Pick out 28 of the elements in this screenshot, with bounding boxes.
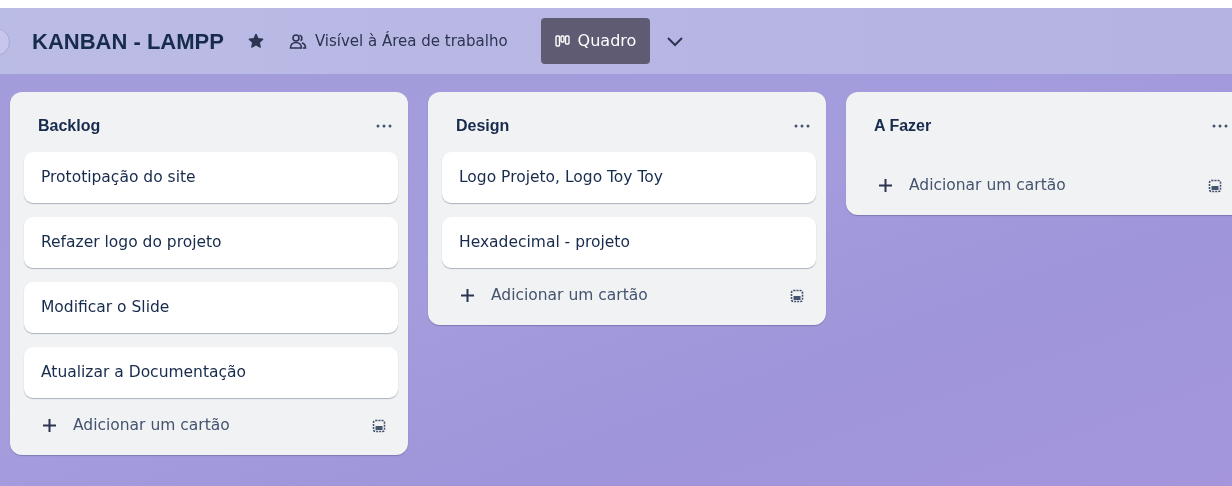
- task-card[interactable]: Prototipação do site: [24, 152, 398, 203]
- more-icon[interactable]: [1212, 124, 1228, 128]
- task-card[interactable]: Logo Projeto, Logo Toy Toy: [442, 152, 816, 203]
- more-icon[interactable]: [794, 124, 810, 128]
- board-icon: [554, 35, 570, 47]
- plus-icon: [42, 418, 57, 434]
- template-icon[interactable]: [1208, 178, 1222, 193]
- list-title[interactable]: Design: [456, 114, 510, 138]
- more-icon[interactable]: [376, 124, 392, 128]
- visibility-button[interactable]: Visível à Área de trabalho: [279, 22, 517, 60]
- plus-icon: [460, 288, 475, 304]
- star-icon[interactable]: [247, 33, 264, 49]
- add-card-button[interactable]: Adicionar um cartão: [874, 174, 1070, 198]
- people-icon: [288, 33, 307, 49]
- add-card-button[interactable]: Adicionar um cartão: [38, 414, 234, 438]
- task-card[interactable]: Hexadecimal - projeto: [442, 217, 816, 268]
- list-title[interactable]: A Fazer: [874, 114, 932, 138]
- plus-icon: [878, 178, 893, 194]
- task-card[interactable]: Atualizar a Documentação: [24, 347, 398, 398]
- add-card-button[interactable]: Adicionar um cartão: [456, 284, 652, 308]
- board-view-button[interactable]: Quadro: [540, 18, 651, 64]
- list-title[interactable]: Backlog: [38, 114, 101, 138]
- template-icon[interactable]: [372, 418, 386, 433]
- chevron-down-icon[interactable]: [666, 35, 685, 47]
- board-title[interactable]: KANBAN - LAMPP: [32, 24, 224, 58]
- task-card[interactable]: Modificar o Slide: [24, 282, 398, 333]
- task-card[interactable]: Refazer logo do projeto: [24, 217, 398, 268]
- template-icon[interactable]: [790, 288, 804, 303]
